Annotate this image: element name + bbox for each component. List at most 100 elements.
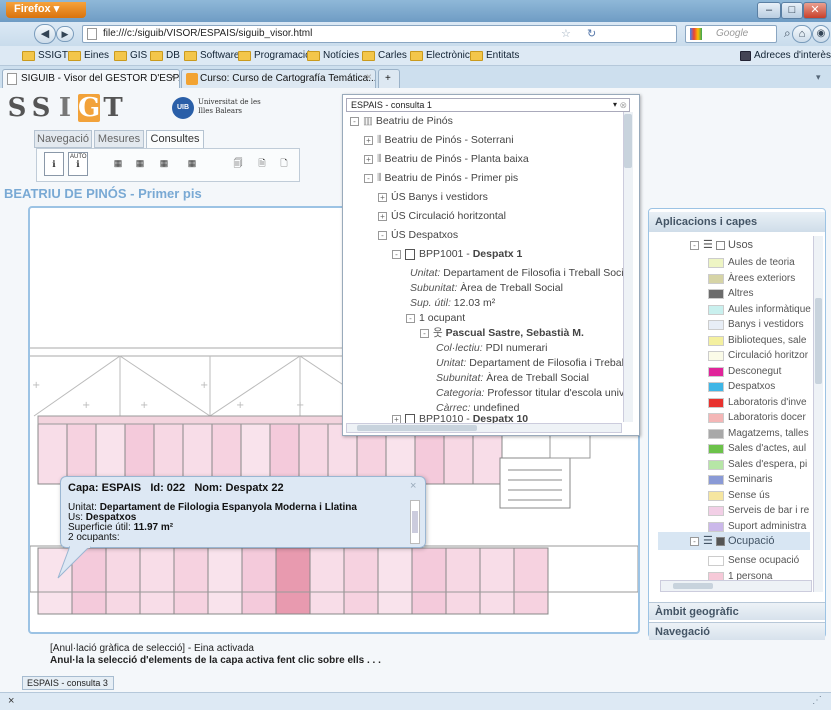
info-tool-button[interactable]: ℹ: [44, 152, 64, 176]
auto-info-tool-button[interactable]: AUTO ℹ: [68, 152, 88, 176]
clear-selection-button[interactable]: ▦: [182, 152, 202, 176]
tree-node-bpp1001[interactable]: - BPP1001 - Despatx 1: [392, 247, 522, 261]
expand-icon[interactable]: +: [364, 135, 373, 145]
bookmark-item[interactable]: Carles: [362, 49, 407, 63]
close-tab-icon[interactable]: ×: [366, 72, 372, 83]
close-query-icon[interactable]: ⊗: [619, 99, 627, 111]
layers-hscroll-thumb[interactable]: [673, 583, 713, 589]
accordion-navegacio[interactable]: Navegació: [649, 622, 825, 640]
popup-scroll-thumb[interactable]: [412, 511, 418, 533]
bookmark-item[interactable]: GIS: [114, 49, 147, 63]
extension-button[interactable]: ◉: [812, 25, 830, 43]
reload-icon[interactable]: ↻: [587, 27, 596, 40]
layer-ocupacio[interactable]: - ☰ Ocupació: [658, 532, 810, 550]
collapse-icon[interactable]: -: [350, 116, 359, 126]
layers-horizontal-scrollbar[interactable]: [660, 580, 812, 592]
search-box[interactable]: Google: [685, 25, 777, 43]
query-horizontal-scrollbar[interactable]: [346, 423, 622, 433]
office-room[interactable]: [479, 547, 515, 615]
office-room[interactable]: [377, 547, 413, 615]
forward-button[interactable]: ▶: [56, 26, 74, 42]
layers-vertical-scrollbar[interactable]: [813, 236, 823, 592]
bookmark-item[interactable]: Notícies: [307, 49, 359, 63]
select-grid-minus-button[interactable]: ▦: [154, 152, 174, 176]
bookmark-star-icon[interactable]: ☆: [561, 27, 571, 40]
close-find-bar-icon[interactable]: ×: [8, 695, 14, 707]
collapse-icon[interactable]: -: [378, 230, 387, 240]
popup-scrollbar[interactable]: [410, 500, 420, 544]
query-hscroll-thumb[interactable]: [357, 425, 477, 431]
tree-node-ocupant[interactable]: -1 ocupant: [406, 311, 465, 325]
tree-node-primer-pis[interactable]: - ⦀ Beatriu de Pinós - Primer pis: [364, 171, 518, 185]
office-room[interactable]: [105, 547, 141, 615]
office-room[interactable]: [411, 547, 447, 615]
office-room[interactable]: [95, 423, 126, 485]
bookmark-item[interactable]: Electrònica: [410, 49, 475, 63]
office-room[interactable]: [66, 423, 97, 485]
layer-checkbox[interactable]: [715, 240, 725, 250]
query-tab-consulta-3[interactable]: ESPAIS - consulta 3: [22, 676, 114, 690]
close-window-button[interactable]: ✕: [803, 2, 827, 19]
expand-icon[interactable]: +: [378, 211, 387, 221]
collapse-icon[interactable]: -: [364, 173, 373, 183]
office-room[interactable]: [240, 423, 271, 485]
bookmark-item[interactable]: Programació: [238, 49, 311, 63]
office-room[interactable]: [173, 547, 209, 615]
close-tab-icon[interactable]: ×: [170, 72, 176, 83]
collapse-icon[interactable]: -: [406, 313, 415, 323]
popup-close-button[interactable]: ×: [410, 480, 416, 492]
tree-node-banys[interactable]: + ÚS Banys i vestidors: [378, 190, 488, 204]
office-room[interactable]: [211, 423, 242, 485]
resize-grip-icon[interactable]: ⋰: [812, 695, 822, 706]
office-room[interactable]: [207, 547, 243, 615]
url-bar[interactable]: file:///c:/siguib/VISOR/ESPAIS/siguib_vi…: [82, 25, 677, 43]
maximize-button[interactable]: □: [781, 2, 803, 19]
office-room[interactable]: [513, 547, 549, 615]
tab-list-icon[interactable]: ▾: [816, 72, 821, 83]
browser-tab-siguib[interactable]: SIGUIB - Visor del GESTOR D'ESPAIS d...: [2, 69, 180, 88]
office-room[interactable]: [269, 423, 300, 485]
doc-copy-button[interactable]: 🗐: [228, 152, 248, 176]
doc-button[interactable]: 🗎: [252, 152, 272, 176]
browser-tab-curso[interactable]: Curso: Curso de Cartografía Temática...: [181, 69, 376, 88]
office-room[interactable]: [275, 547, 311, 615]
firefox-menu-button[interactable]: Firefox ▾: [6, 2, 86, 18]
select-grid-plus-button[interactable]: ▦: [130, 152, 150, 176]
bookmark-adreces[interactable]: Adreces d'interès: [740, 49, 831, 63]
bookmark-item[interactable]: SSIGT: [22, 49, 68, 63]
tab-consultes[interactable]: Consultes: [146, 130, 204, 148]
accordion-ambit-geografic[interactable]: Àmbit geogràfic: [649, 602, 825, 620]
tab-mesures[interactable]: Mesures: [94, 130, 144, 148]
query-select[interactable]: ESPAIS - consulta 1 ▾ ⊗: [346, 98, 630, 112]
office-room[interactable]: [309, 547, 345, 615]
tree-node-circulacio[interactable]: + ÚS Circulació horitzontal: [378, 209, 506, 223]
home-button[interactable]: ⌂: [792, 25, 812, 43]
tree-node-building[interactable]: - ▥ Beatriu de Pinós: [350, 114, 453, 128]
query-scroll-thumb[interactable]: [624, 114, 632, 168]
office-room[interactable]: [153, 423, 184, 485]
office-room[interactable]: [182, 423, 213, 485]
collapse-icon[interactable]: -: [690, 536, 699, 546]
blank-doc-button[interactable]: 🗋: [274, 152, 294, 176]
expand-icon[interactable]: +: [378, 192, 387, 202]
office-room[interactable]: [298, 423, 329, 485]
bookmark-item[interactable]: Software: [184, 49, 239, 63]
bookmark-item[interactable]: Entitats: [470, 49, 519, 63]
minimize-button[interactable]: –: [757, 2, 781, 19]
collapse-icon[interactable]: -: [690, 240, 699, 250]
bookmark-item[interactable]: DB: [150, 49, 180, 63]
layers-scroll-thumb[interactable]: [815, 298, 822, 384]
new-tab-button[interactable]: +: [378, 69, 400, 88]
tree-node-planta-baixa[interactable]: + ⦀ Beatriu de Pinós - Planta baixa: [364, 152, 529, 166]
tree-node-soterrani[interactable]: + ⦀ Beatriu de Pinós - Soterrani: [364, 133, 514, 147]
office-room[interactable]: [241, 547, 277, 615]
office-room[interactable]: [124, 423, 155, 485]
layer-checkbox[interactable]: [715, 536, 725, 546]
office-room[interactable]: [445, 547, 481, 615]
office-room[interactable]: [139, 547, 175, 615]
office-room[interactable]: [343, 547, 379, 615]
back-button[interactable]: ◀: [34, 24, 56, 44]
tree-node-despatxos[interactable]: - ÚS Despatxos: [378, 228, 458, 242]
layer-usos[interactable]: - ☰ Usos: [690, 238, 753, 251]
collapse-icon[interactable]: -: [420, 328, 429, 338]
